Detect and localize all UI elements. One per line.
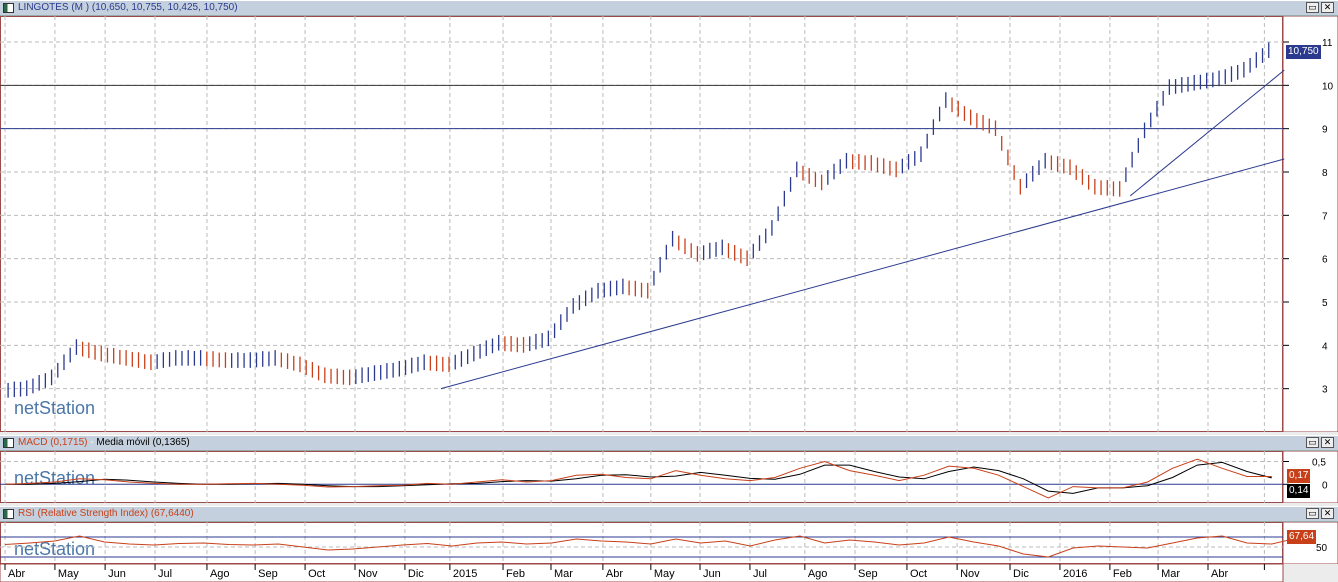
- y-tick-label: 9: [1322, 125, 1328, 136]
- macd-title: MACD (0,1715) - Media móvil (0,1365): [18, 437, 190, 448]
- netstation-watermark-logo: netStation: [14, 539, 95, 559]
- y-tick-label: 4: [1322, 341, 1328, 352]
- x-tick-label: Jun: [703, 568, 721, 580]
- close-button[interactable]: ✕: [1321, 437, 1334, 448]
- rsi-chart[interactable]: netStation 50: [0, 522, 1338, 564]
- x-tick-label: Jul: [158, 568, 172, 580]
- x-tick-label: May: [58, 568, 79, 580]
- macd-title-bar: MACD (0,1715) - Media móvil (0,1365) ▭ ✕: [0, 435, 1338, 451]
- x-tick-label: Sep: [258, 568, 278, 580]
- x-tick-label: Abr: [8, 568, 25, 580]
- y-tick-label: 3: [1322, 385, 1328, 396]
- plot-area: [0, 451, 1284, 503]
- macd-chart[interactable]: netStation 0,5 0: [0, 451, 1338, 503]
- x-tick-label: Feb: [1113, 568, 1132, 580]
- plot-area: [0, 16, 1284, 432]
- maximize-button[interactable]: ▭: [1306, 508, 1319, 519]
- x-tick-label: Abr: [1211, 568, 1228, 580]
- y-axis-area: [1282, 16, 1338, 432]
- rsi-title-bar: RSI (Relative Strength Index) (67,6440) …: [0, 506, 1338, 522]
- signal-title-value: Media móvil (0,1365): [96, 437, 190, 448]
- x-tick-label: Abr: [606, 568, 623, 580]
- y-tick-label: 6: [1322, 255, 1328, 266]
- chart-window-icon: [3, 509, 14, 519]
- main-title: LINGOTES (M ) (10,650, 10,755, 10,425, 1…: [18, 2, 238, 13]
- signal-value-label: 0,14: [1287, 484, 1311, 498]
- x-axis-area: [0, 564, 1284, 582]
- rsi-title: RSI (Relative Strength Index) (67,6440): [18, 508, 194, 519]
- x-tick-label: Dic: [408, 568, 424, 580]
- x-tick-label: Mar: [554, 568, 573, 580]
- x-tick-label: Oct: [910, 568, 927, 580]
- x-axis: Abr May Jun Jul Ago Sep Oct Nov Dic 2015 Feb Mar Abr…: [0, 564, 1284, 582]
- y-tick-label: 50: [1316, 543, 1328, 554]
- y-tick-label: 5: [1322, 298, 1328, 309]
- x-tick-label: 2016: [1063, 568, 1087, 580]
- chart-window-icon: [3, 3, 14, 13]
- x-tick-label: Jul: [753, 568, 767, 580]
- rsi-value-label: 67,64: [1287, 530, 1317, 544]
- chart-window-icon: [3, 438, 14, 448]
- x-tick-label: Jun: [108, 568, 126, 580]
- x-tick-label: Sep: [858, 568, 878, 580]
- maximize-button[interactable]: ▭: [1306, 2, 1319, 13]
- y-tick-label: 0,5: [1312, 457, 1326, 468]
- y-tick-label: 11: [1322, 38, 1333, 49]
- close-button[interactable]: ✕: [1321, 508, 1334, 519]
- x-tick-label: Nov: [960, 568, 980, 580]
- x-tick-label: Oct: [308, 568, 325, 580]
- macd-value-label: 0,17: [1287, 469, 1311, 483]
- x-tick-label: Feb: [506, 568, 525, 580]
- netstation-watermark-logo: netStation: [14, 468, 95, 488]
- x-tick-label: Mar: [1161, 568, 1180, 580]
- y-tick-label: 8: [1322, 168, 1328, 179]
- macd-title-value: MACD (0,1715): [18, 437, 88, 448]
- main-title-bar: LINGOTES (M ) (10,650, 10,755, 10,425, 1…: [0, 0, 1338, 16]
- y-tick-label: 7: [1322, 211, 1328, 222]
- x-tick-label: May: [654, 568, 675, 580]
- close-button[interactable]: ✕: [1321, 2, 1334, 13]
- x-tick-label: Dic: [1013, 568, 1029, 580]
- y-tick-label: 0: [1322, 480, 1328, 491]
- y-tick-label: 10: [1322, 81, 1334, 92]
- price-chart[interactable]: netStation 3 4 5 6 7 8 9 10 11: [0, 16, 1338, 432]
- x-tick-label: Ago: [808, 568, 828, 580]
- last-price-label: 10,750: [1286, 45, 1321, 59]
- x-tick-label: Nov: [358, 568, 378, 580]
- netstation-watermark-logo: netStation: [14, 398, 95, 418]
- x-tick-label: 2015: [453, 568, 477, 580]
- maximize-button[interactable]: ▭: [1306, 437, 1319, 448]
- x-tick-label: Ago: [210, 568, 230, 580]
